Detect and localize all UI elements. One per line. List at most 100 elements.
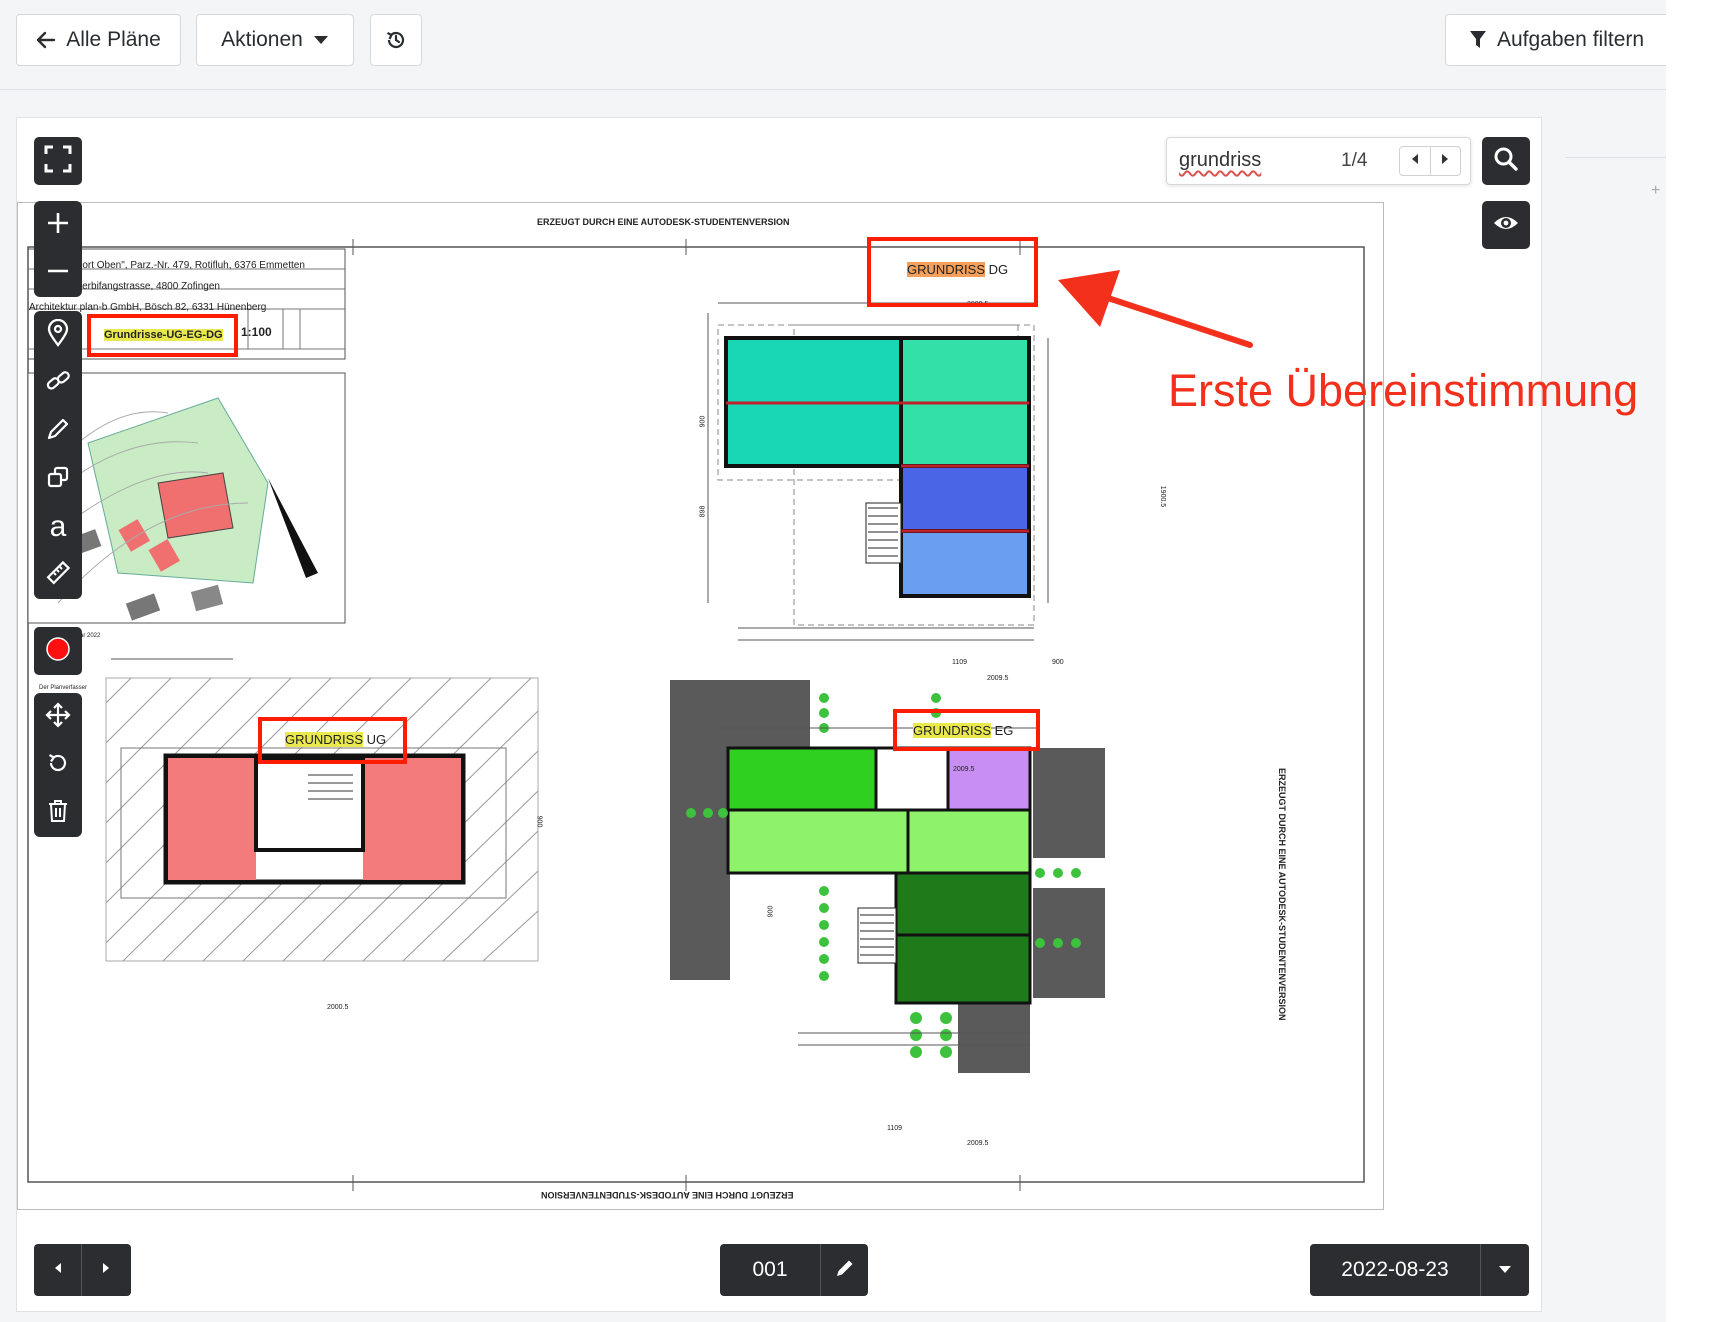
search-field[interactable]: grundriss 1/4 [1166,137,1471,185]
visibility-button[interactable] [1482,201,1530,249]
search-icon [1493,146,1519,177]
caret-down-icon [1498,1261,1512,1279]
page-number: 001 [752,1258,788,1281]
dim-dg-width: 2009.5 [987,675,1009,682]
move-tool[interactable] [34,693,82,741]
history-button[interactable] [370,14,422,66]
dim-eg-left: 1109 [887,1125,903,1132]
previous-match-button[interactable] [1400,147,1430,175]
eye-icon [1492,213,1520,238]
top-toolbar: Alle Pläne Aktionen Aufgaben filtern [0,0,1667,90]
plan-label-ug-suffix: UG [366,732,387,747]
record-icon [45,636,71,667]
dim-eg-width: 2009.5 [953,766,975,773]
shapes-tool[interactable] [34,455,82,503]
filter-tasks-button[interactable]: Aufgaben filtern [1445,14,1667,66]
zoom-in-icon [46,211,70,240]
zoom-in-button[interactable] [34,201,82,249]
search-navigation [1399,146,1461,176]
dim-eg-side: 900 [767,905,775,918]
pencil-icon [46,417,70,446]
edit-tools [34,693,82,837]
version-dropdown-button[interactable] [1480,1244,1529,1296]
dim-ug-width: 2000.5 [327,1004,349,1011]
fullscreen-button[interactable] [34,137,82,185]
version-date: 2022-08-23 [1341,1258,1449,1281]
zoom-controls [34,201,82,297]
next-page-button[interactable] [82,1244,130,1296]
caret-right-icon [1441,152,1449,170]
previous-page-button[interactable] [34,1244,82,1296]
zoom-out-icon [46,259,70,288]
plan-label-dg: GRUNDRISS DG [907,262,1008,277]
watermark-side: ERZEUGT DURCH EINE AUTODESK-STUDENTENVER… [1277,768,1287,1021]
draw-tool[interactable] [34,407,82,455]
next-match-button[interactable] [1429,147,1461,175]
plan-label-eg: GRUNDRISS EG [913,723,1013,738]
pin-tool[interactable] [34,311,82,359]
dim-ug-side: 900 [535,815,543,828]
plan-name-keyword: Grundrisse-UG-EG-DG [104,329,223,341]
back-to-plans-label: Alle Pläne [66,28,161,51]
ruler-icon [45,560,71,591]
page-navigation [34,1244,131,1296]
dim-eg-bottom: 2009.5 [967,1140,989,1147]
delete-tool[interactable] [34,789,82,837]
map-pin-icon [47,318,69,352]
back-to-plans-button[interactable]: Alle Pläne [16,14,181,66]
caret-left-icon [1411,152,1419,170]
annotation-tools: a [34,311,82,599]
plan-label-ug-keyword: GRUNDRISS [285,732,364,747]
version-selector[interactable]: 2022-08-23 [1310,1244,1529,1296]
actions-dropdown[interactable]: Aktionen [196,14,354,66]
filter-tasks-label: Aufgaben filtern [1496,28,1645,51]
title-client: Junkerbifangstrasse, 4800 Zofingen [61,281,220,292]
dim-dg-right: 900 [1052,659,1064,666]
filter-icon [1469,30,1487,50]
caret-down-icon [313,35,329,45]
trash-icon [47,799,69,828]
history-icon [384,28,408,52]
title-signature: Der Planverfasser [39,685,88,691]
title-project: "Resort Oben", Parz.-Nr. 479, Rotifluh, … [61,260,305,271]
shapes-icon [46,465,70,494]
color-picker-button[interactable] [34,627,82,675]
rotate-tool[interactable] [34,741,82,789]
caret-right-icon [102,1261,110,1279]
dim-dg-left: 1109 [952,659,968,666]
plan-label-eg-keyword: GRUNDRISS [913,723,992,738]
caret-left-icon [54,1261,62,1279]
page-number-control: 001 [720,1244,868,1296]
fullscreen-icon [44,145,72,178]
search-button[interactable] [1482,137,1530,185]
search-input[interactable]: grundriss [1179,149,1261,172]
rotate-icon [46,751,70,780]
search-match-count: 1/4 [1341,150,1368,171]
annotation-text: Erste Übereinstimmung [1168,365,1639,416]
title-scale: 1:100 [241,325,272,339]
dim-dg-height: 1900.5 [1159,485,1167,508]
right-margin [1666,0,1732,1322]
edit-page-number-button[interactable] [820,1244,868,1296]
dim-dg-side2: 898 [699,505,707,518]
zoom-out-button[interactable] [34,249,82,297]
plan-label-dg-suffix: DG [988,262,1009,277]
side-panel-plus-icon[interactable]: + [1651,182,1660,200]
link-tool[interactable] [34,359,82,407]
watermark-top: ERZEUGT DURCH EINE AUTODESK-STUDENTENVER… [537,217,790,227]
measure-tool[interactable] [34,551,82,599]
actions-label: Aktionen [221,28,303,51]
plan-label-eg-suffix: EG [994,723,1014,738]
plan-viewer[interactable]: ERZEUGT DURCH EINE AUTODESK-STUDENTENVER… [16,117,1542,1312]
plan-label-ug: GRUNDRISS UG [285,732,386,747]
text-icon: a [49,510,67,543]
text-tool[interactable]: a [34,503,82,551]
link-icon [45,368,71,399]
annotation-arrow [1058,270,1253,348]
side-panel-divider [1565,157,1666,158]
move-icon [45,701,71,733]
edit-icon [835,1258,855,1283]
plan-name-label: Grundrisse-UG-EG-DG [104,329,223,341]
arrow-left-icon [36,31,56,49]
watermark-bottom: ERZEUGT DURCH EINE AUTODESK-STUDENTENVER… [541,1190,794,1200]
